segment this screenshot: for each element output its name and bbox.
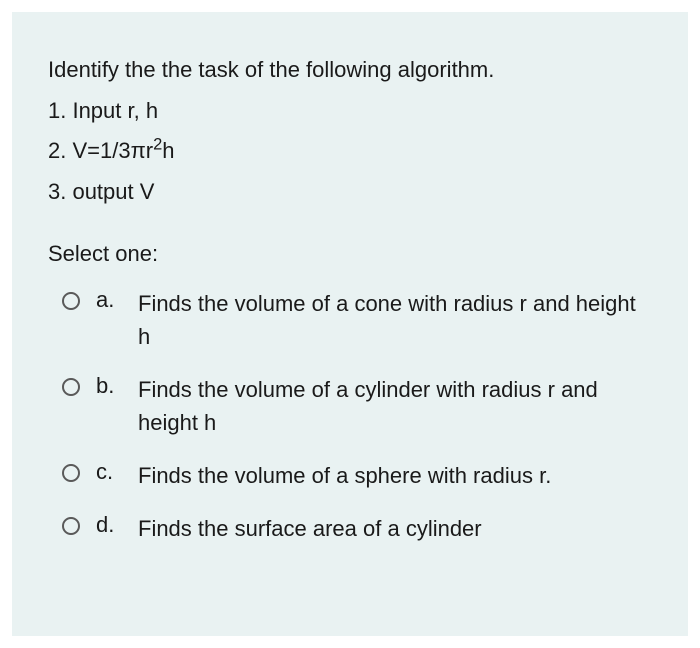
radio-d[interactable]	[62, 517, 80, 535]
option-text-d: Finds the surface area of a cylinder	[138, 512, 482, 545]
radio-a[interactable]	[62, 292, 80, 310]
option-d[interactable]: d. Finds the surface area of a cylinder	[62, 512, 652, 545]
options-list: a. Finds the volume of a cone with radiu…	[48, 287, 652, 545]
algorithm-step-3: 3. output V	[48, 172, 652, 213]
algorithm-step-2: 2. V=1/3πr2h	[48, 131, 652, 172]
option-b[interactable]: b. Finds the volume of a cylinder with r…	[62, 373, 652, 439]
radio-b[interactable]	[62, 378, 80, 396]
option-text-c: Finds the volume of a sphere with radius…	[138, 459, 551, 492]
select-one-label: Select one:	[48, 241, 652, 267]
option-letter-c: c.	[96, 459, 122, 485]
option-text-a: Finds the volume of a cone with radius r…	[138, 287, 652, 353]
question-stem: Identify the the task of the following a…	[48, 50, 652, 213]
option-letter-d: d.	[96, 512, 122, 538]
question-box: Identify the the task of the following a…	[12, 12, 688, 636]
option-a[interactable]: a. Finds the volume of a cone with radiu…	[62, 287, 652, 353]
question-prompt: Identify the the task of the following a…	[48, 50, 652, 91]
algorithm-step-1: 1. Input r, h	[48, 91, 652, 132]
option-text-b: Finds the volume of a cylinder with radi…	[138, 373, 652, 439]
option-letter-a: a.	[96, 287, 122, 313]
option-letter-b: b.	[96, 373, 122, 399]
option-c[interactable]: c. Finds the volume of a sphere with rad…	[62, 459, 652, 492]
radio-c[interactable]	[62, 464, 80, 482]
